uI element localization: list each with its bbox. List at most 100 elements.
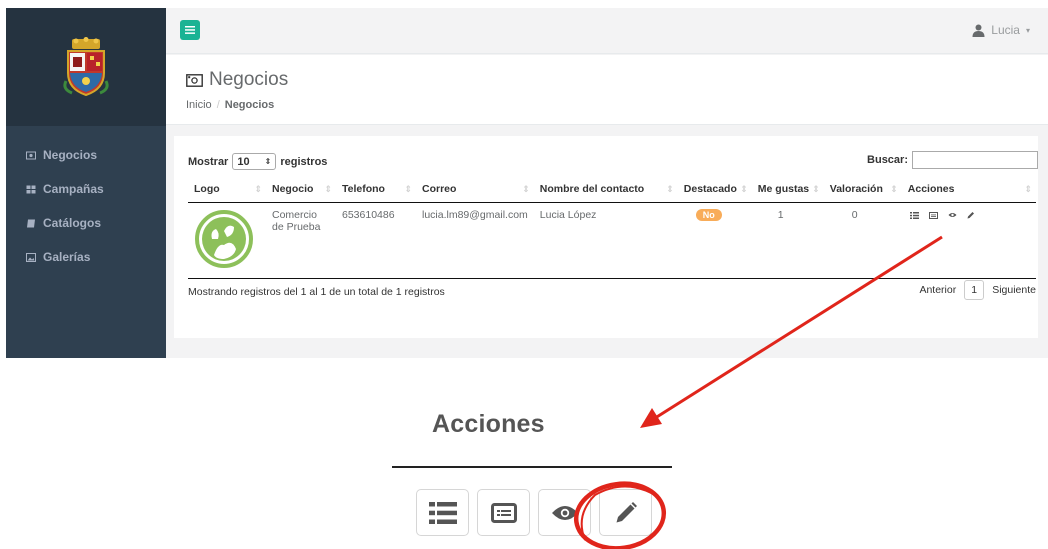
logo-area <box>6 8 166 126</box>
book-icon <box>27 219 35 227</box>
column-header-negocio[interactable]: Negocio ⇕ <box>266 176 336 203</box>
list-action-button[interactable] <box>908 209 921 222</box>
image-icon <box>26 252 36 262</box>
card-icon <box>928 211 938 219</box>
view-action-button[interactable] <box>946 209 959 222</box>
column-header-label: Negocio <box>272 182 314 195</box>
column-header-contacto[interactable]: Nombre del contacto ⇕ <box>533 176 678 203</box>
cell-logo <box>188 202 266 279</box>
zoom-actions <box>416 489 652 536</box>
menu-toggle-button[interactable] <box>180 20 200 40</box>
breadcrumb-home[interactable]: Inicio <box>186 99 212 111</box>
sort-icon: ⇕ <box>404 184 412 194</box>
column-header-correo[interactable]: Correo ⇕ <box>416 176 534 203</box>
hamburger-icon <box>185 26 195 34</box>
zoom-acciones-title: Acciones <box>432 410 545 438</box>
sidebar-nav: Negocios Campañas Catálogos Galerías <box>6 126 166 274</box>
money-icon <box>26 151 36 159</box>
column-header-me-gustas[interactable]: Me gustas ⇕ <box>751 176 824 203</box>
column-header-valoracion[interactable]: Valoración ⇕ <box>823 176 902 203</box>
sidebar-item-campanas[interactable]: Campañas <box>6 172 166 206</box>
breadcrumb-current: Negocios <box>224 99 275 111</box>
zoom-edit-button[interactable] <box>599 489 652 536</box>
breadcrumb: Inicio / Negocios <box>186 99 1048 111</box>
sort-icon: ⇕ <box>522 184 530 194</box>
cell-acciones <box>901 202 1036 279</box>
zoom-list-button[interactable] <box>416 489 469 536</box>
pagination: Anterior 1 Siguiente <box>919 280 1036 300</box>
list-icon <box>428 501 457 524</box>
screenshot-stage: Negocios Campañas Catálogos Galerías Luc… <box>0 0 1048 549</box>
sort-icon: ⇕ <box>324 184 332 194</box>
column-header-acciones[interactable]: Acciones ⇕ <box>901 176 1036 203</box>
status-badge: No <box>695 208 722 221</box>
table-row: Comercio de Prueba 653610486 lucia.lm89@… <box>188 202 1036 279</box>
sort-icon: ⇕ <box>740 184 748 194</box>
sidebar: Negocios Campañas Catálogos Galerías <box>6 8 166 358</box>
select-arrows-icon: ⇕ <box>264 157 272 166</box>
show-label: Mostrar <box>188 155 229 168</box>
user-menu[interactable]: Lucia ▾ <box>972 23 1030 37</box>
table-header-row: Logo ⇕ Negocio ⇕ Telefono ⇕ Correo ⇕ Nombre … <box>188 176 1036 203</box>
table-info: Mostrando registros del 1 al 1 de un tot… <box>188 286 445 298</box>
business-logo-image <box>195 209 253 268</box>
column-header-telefono[interactable]: Telefono ⇕ <box>336 176 416 203</box>
cell-contacto: Lucia López <box>533 202 678 279</box>
eye-icon <box>948 213 957 217</box>
page-size-value: 10 <box>237 155 250 168</box>
cell-telefono: 653610486 <box>336 202 416 279</box>
sort-icon: ⇕ <box>666 184 674 194</box>
sort-icon: ⇕ <box>1024 184 1032 194</box>
cell-negocio: Comercio de Prueba <box>266 202 336 279</box>
cell-destacado: No <box>677 202 752 279</box>
page-length-control: Mostrar 10 ⇕ registros <box>188 153 327 170</box>
money-icon <box>186 73 203 87</box>
table-card: Mostrar 10 ⇕ registros Buscar: Logo ⇕ Neg… <box>174 136 1038 338</box>
zoom-view-button[interactable] <box>538 489 591 536</box>
sidebar-item-galerias[interactable]: Galerías <box>6 240 166 274</box>
records-label: registros <box>280 155 328 168</box>
column-header-label: Correo <box>422 182 457 195</box>
cell-valoracion: 0 <box>823 202 902 279</box>
column-header-label: Telefono <box>342 182 385 195</box>
column-header-label: Logo <box>194 182 220 195</box>
row-actions <box>908 209 1030 222</box>
card-action-button[interactable] <box>927 209 940 222</box>
column-header-label: Valoración <box>829 182 883 195</box>
cell-correo: lucia.lm89@gmail.com <box>416 202 534 279</box>
column-header-destacado[interactable]: Destacado ⇕ <box>677 176 752 203</box>
column-header-label: Me gustas <box>757 182 810 195</box>
search-input[interactable] <box>912 151 1038 169</box>
user-name: Lucia <box>991 23 1020 37</box>
businesses-table: Logo ⇕ Negocio ⇕ Telefono ⇕ Correo ⇕ Nombre … <box>188 176 1036 279</box>
coat-of-arms-logo <box>63 37 109 97</box>
sort-icon: ⇕ <box>812 184 820 194</box>
pencil-icon <box>616 501 637 522</box>
user-icon <box>972 24 985 37</box>
column-header-label: Destacado <box>683 182 737 195</box>
pagination-previous[interactable]: Anterior <box>919 284 956 296</box>
sidebar-item-label: Negocios <box>43 148 98 162</box>
sort-icon: ⇕ <box>890 184 898 194</box>
zoom-card-button[interactable] <box>477 489 530 536</box>
top-navbar: Lucia ▾ <box>166 8 1048 54</box>
search-control: Buscar: <box>867 151 1038 169</box>
cell-me-gustas: 1 <box>751 202 824 279</box>
pagination-page[interactable]: 1 <box>964 280 985 300</box>
column-header-label: Acciones <box>907 182 955 195</box>
page-size-select[interactable]: 10 ⇕ <box>232 153 277 170</box>
app-window: Negocios Campañas Catálogos Galerías Luc… <box>6 8 1048 358</box>
zoom-divider <box>392 466 672 468</box>
column-header-logo[interactable]: Logo ⇕ <box>188 176 266 203</box>
sidebar-item-negocios[interactable]: Negocios <box>6 138 166 172</box>
breadcrumb-separator: / <box>216 99 220 111</box>
sidebar-item-catalogos[interactable]: Catálogos <box>6 206 166 240</box>
page-title-text: Negocios <box>209 69 289 90</box>
caret-down-icon: ▾ <box>1025 25 1030 35</box>
search-label: Buscar: <box>867 154 908 166</box>
edit-action-button[interactable] <box>965 209 978 222</box>
column-header-label: Nombre del contacto <box>539 182 645 195</box>
pagination-next[interactable]: Siguiente <box>992 284 1036 296</box>
page-heading: Negocios Inicio / Negocios <box>166 55 1048 125</box>
page-title: Negocios <box>186 69 1048 91</box>
